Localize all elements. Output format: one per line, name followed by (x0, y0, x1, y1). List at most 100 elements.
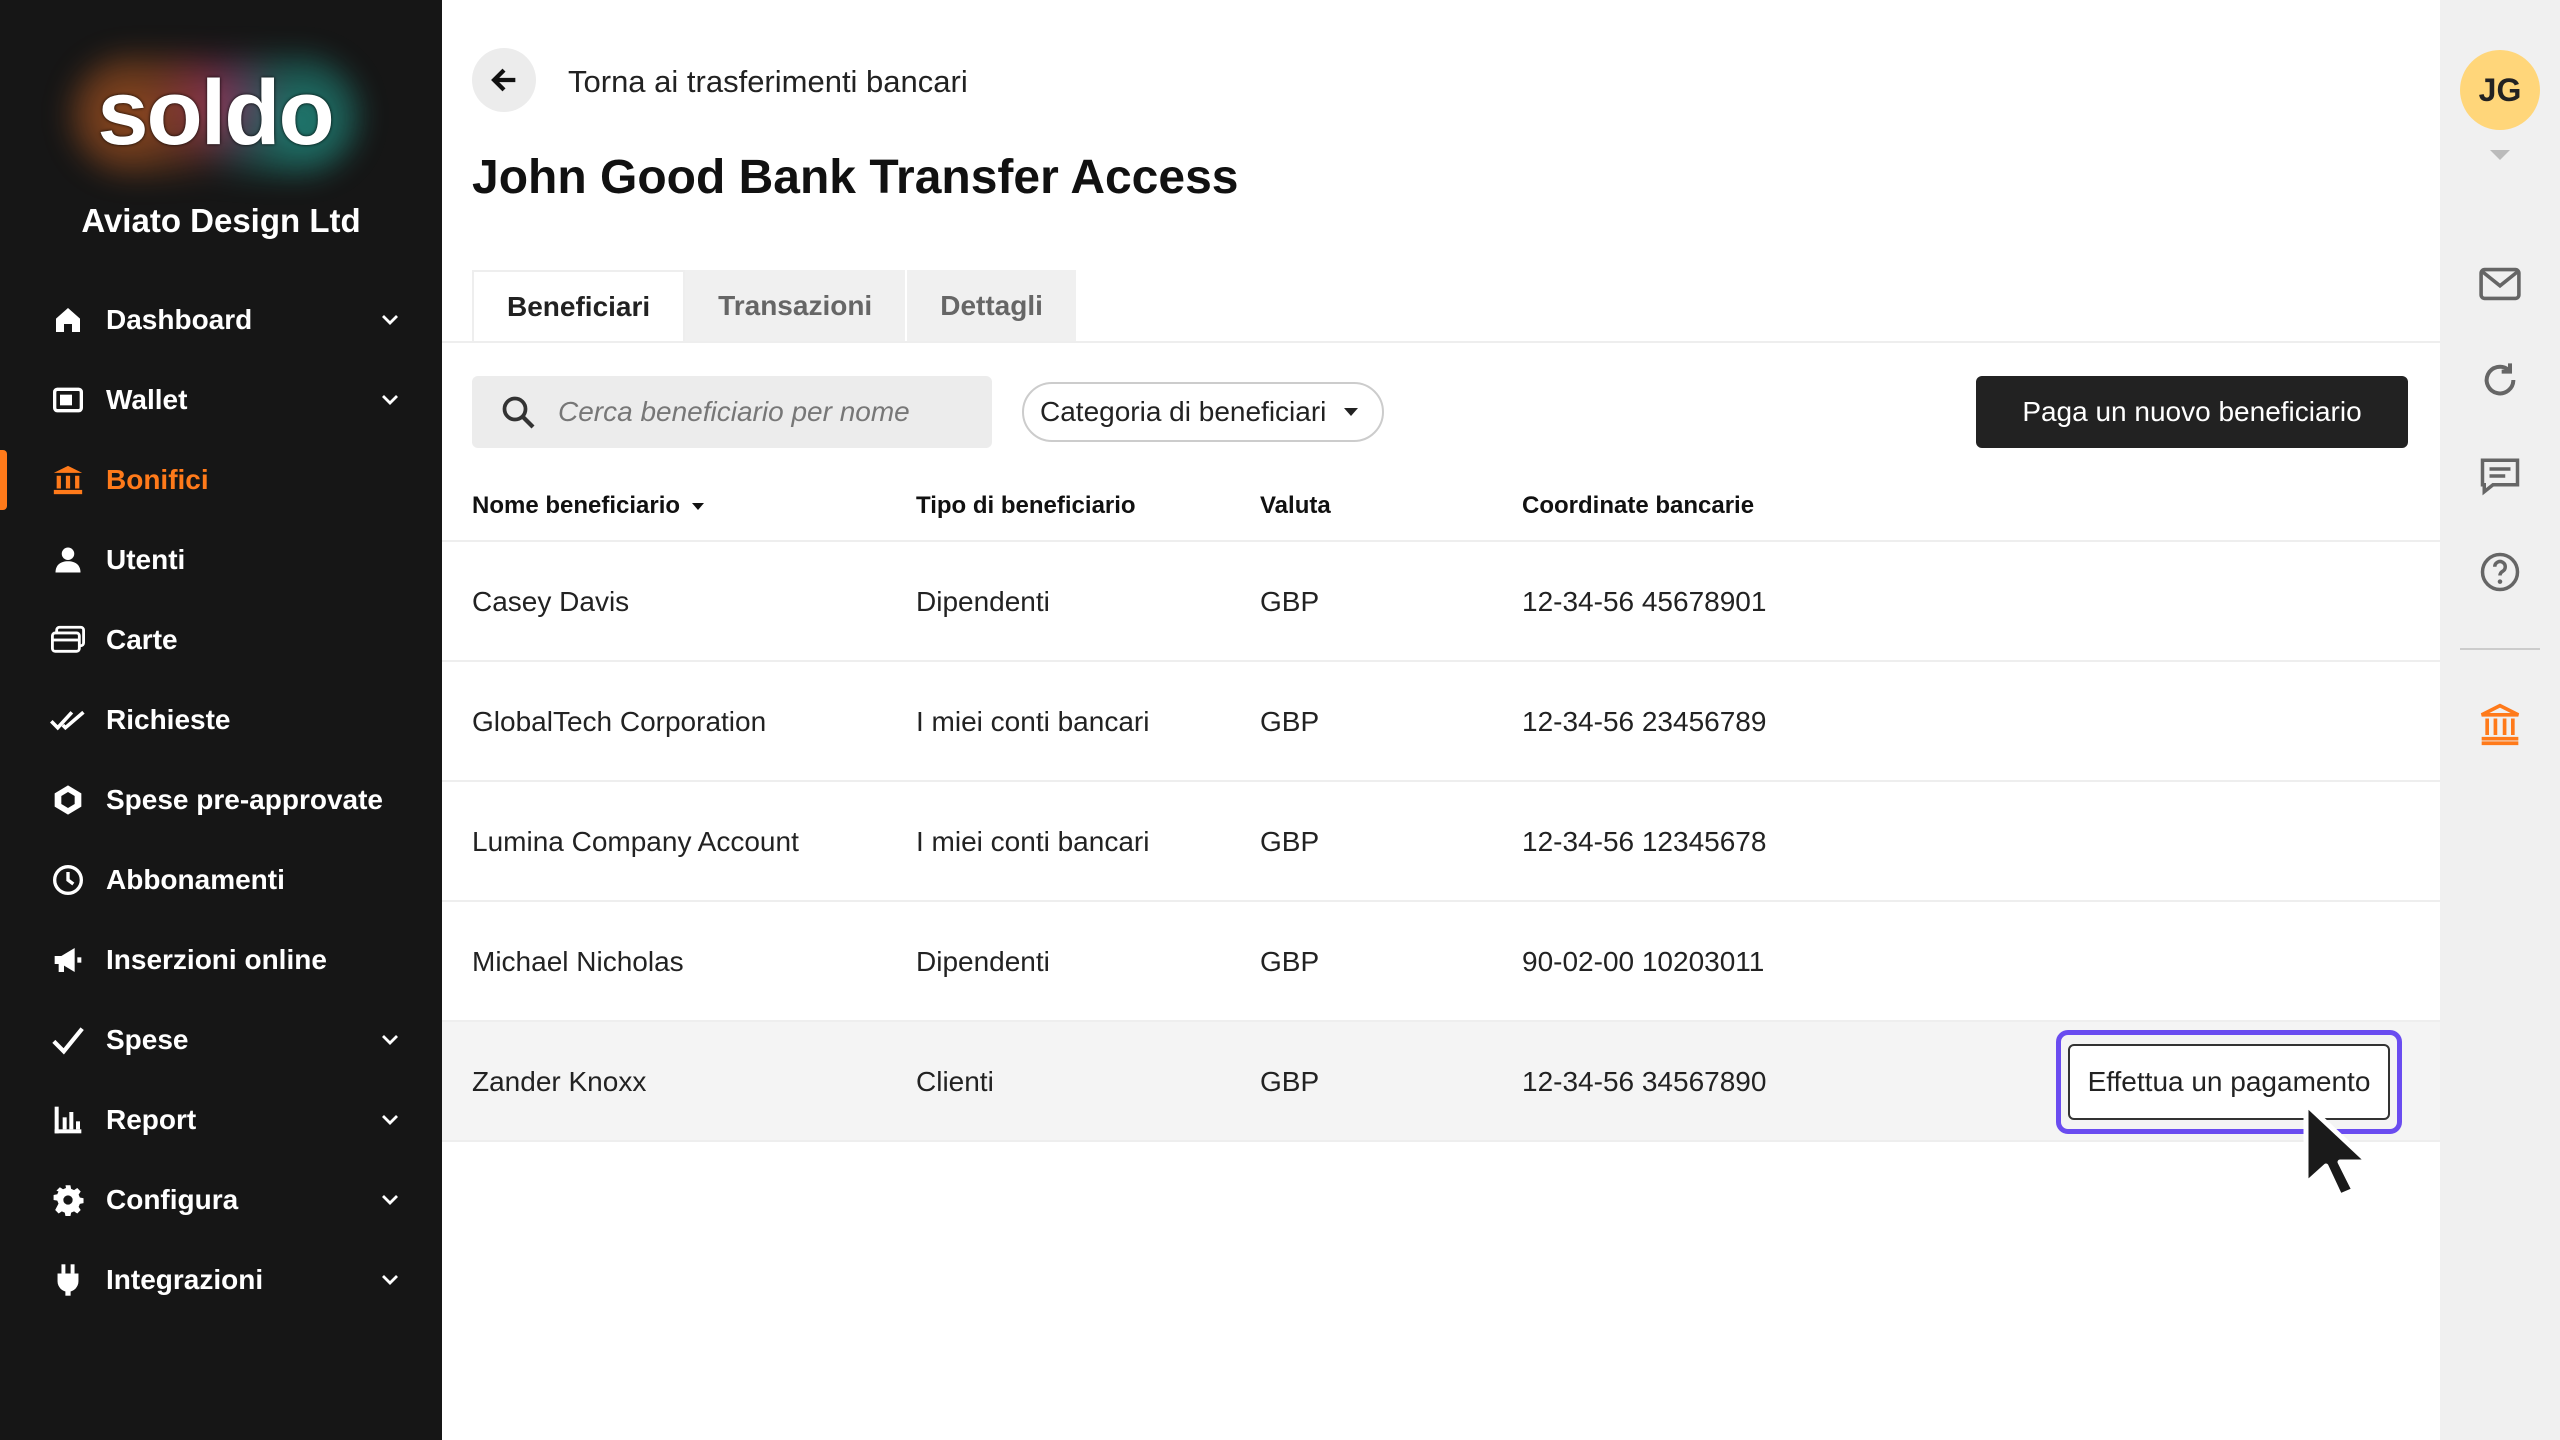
tab-transazioni[interactable]: Transazioni (685, 270, 908, 342)
column-header-type: Tipo di beneficiario (916, 492, 1136, 519)
sidebar-item-bonifici[interactable]: Bonifici (0, 440, 442, 520)
main-content: Torna ai trasferimenti bancari John Good… (442, 0, 2440, 1440)
caret-down-icon (1344, 408, 1359, 416)
search-box[interactable] (472, 376, 992, 448)
logo-text: soldo (97, 62, 334, 164)
beneficiary-type: Clienti (916, 1066, 994, 1097)
beneficiary-name: GlobalTech Corporation (472, 706, 767, 737)
beneficiary-name: Lumina Company Account (472, 826, 799, 857)
home-icon (50, 302, 86, 338)
beneficiary-type: I miei conti bancari (916, 826, 1150, 857)
chevron-down-icon[interactable] (378, 1188, 402, 1212)
sidebar-item-label: Spese (106, 1024, 189, 1055)
refresh-icon[interactable] (2476, 356, 2524, 404)
sidebar-item-label: Richieste (106, 704, 231, 735)
bank-details: 12-34-56 45678901 (1522, 586, 1767, 617)
help-icon[interactable] (2476, 548, 2524, 596)
wallet-icon (50, 382, 86, 418)
tab-beneficiari[interactable]: Beneficiari (472, 270, 686, 342)
filter-label: Categoria di beneficiari (1040, 396, 1327, 427)
sidebar-item-configura[interactable]: Configura (0, 1160, 442, 1240)
sidebar-item-dashboard[interactable]: Dashboard (0, 280, 442, 360)
sidebar-item-label: Wallet (106, 384, 188, 415)
soldo-logo[interactable]: soldo (70, 55, 360, 175)
pay-new-beneficiary-button[interactable]: Paga un nuovo beneficiario (1976, 376, 2408, 448)
beneficiary-type: I miei conti bancari (916, 706, 1150, 737)
chevron-down-icon[interactable] (378, 308, 402, 332)
check-icon (50, 1022, 86, 1058)
sidebar-item-spese-pre-approvate[interactable]: Spese pre-approvate (0, 760, 442, 840)
search-input[interactable] (558, 396, 978, 428)
sidebar-item-carte[interactable]: Carte (0, 600, 442, 680)
chevron-down-icon[interactable] (378, 1028, 402, 1052)
sidebar-item-label: Spese pre-approvate (106, 784, 383, 815)
sidebar-item-wallet[interactable]: Wallet (0, 360, 442, 440)
sidebar-item-label: Utenti (106, 544, 186, 575)
clock-icon (50, 862, 86, 898)
chevron-down-icon[interactable] (378, 388, 402, 412)
sidebar-item-report[interactable]: Report (0, 1080, 442, 1160)
currency: GBP (1260, 826, 1320, 857)
currency: GBP (1260, 1066, 1320, 1097)
tab-dettagli[interactable]: Dettagli (907, 270, 1078, 342)
beneficiary-name: Zander Knoxx (472, 1066, 647, 1097)
company-name: Aviato Design Ltd (81, 202, 361, 239)
chevron-down-icon[interactable] (378, 1108, 402, 1132)
sidebar-item-integrazioni[interactable]: Integrazioni (0, 1240, 442, 1320)
sidebar-item-spese[interactable]: Spese (0, 1000, 442, 1080)
sidebar-item-label: Report (106, 1104, 197, 1135)
currency: GBP (1260, 946, 1320, 977)
column-header-bank-details: Coordinate bancarie (1522, 492, 1755, 519)
bank-details: 12-34-56 23456789 (1522, 706, 1767, 737)
sidebar-item-label: Abbonamenti (106, 864, 285, 895)
avatar-caret-icon[interactable] (2490, 150, 2510, 160)
gear-icon (50, 1182, 86, 1218)
mail-icon[interactable] (2476, 260, 2524, 308)
hexagon-badge-icon (50, 782, 86, 818)
beneficiary-name: Casey Davis (472, 586, 630, 617)
table-row[interactable]: Casey Davis Dipendenti GBP 12-34-56 4567… (442, 542, 2440, 662)
column-header-label: Nome beneficiario (472, 492, 681, 519)
tabs-divider (442, 341, 2440, 343)
sidebar-item-abbonamenti[interactable]: Abbonamenti (0, 840, 442, 920)
table-row[interactable]: Michael Nicholas Dipendenti GBP 90-02-00… (442, 902, 2440, 1022)
double-check-icon (50, 702, 86, 738)
back-link[interactable]: Torna ai trasferimenti bancari (568, 64, 968, 100)
table-row[interactable]: GlobalTech Corporation I miei conti banc… (442, 662, 2440, 782)
sidebar-item-richieste[interactable]: Richieste (0, 680, 442, 760)
currency: GBP (1260, 586, 1320, 617)
mouse-cursor-icon (2303, 1101, 2371, 1199)
sidebar-item-label: Carte (106, 624, 178, 655)
avatar[interactable]: JG (2460, 50, 2540, 130)
bank-icon[interactable] (2476, 700, 2524, 748)
search-icon (502, 396, 535, 429)
beneficiary-category-filter[interactable]: Categoria di beneficiari (1022, 382, 1385, 442)
page-title: John Good Bank Transfer Access (472, 151, 1239, 204)
bar-chart-icon (50, 1102, 86, 1138)
sort-caret-icon (692, 502, 705, 510)
sidebar-item-inserzioni-online[interactable]: Inserzioni online (0, 920, 442, 1000)
user-icon (50, 542, 86, 578)
arrow-left-icon (491, 68, 516, 92)
table-row[interactable]: Lumina Company Account I miei conti banc… (442, 782, 2440, 902)
sidebar-nav: Dashboard Wallet Bonifici Utenti Carte R… (0, 280, 442, 1320)
sidebar-item-label: Dashboard (106, 304, 253, 335)
plug-icon (50, 1262, 86, 1298)
bank-transfer-icon (50, 462, 86, 498)
column-header-name[interactable]: Nome beneficiario (472, 492, 705, 520)
sidebar-item-utenti[interactable]: Utenti (0, 520, 442, 600)
bank-details: 90-02-00 10203011 (1522, 946, 1765, 977)
currency: GBP (1260, 706, 1320, 737)
sidebar-item-label: Inserzioni online (106, 944, 327, 975)
megaphone-icon (50, 942, 86, 978)
beneficiary-name: Michael Nicholas (472, 946, 684, 977)
chat-icon[interactable] (2476, 452, 2524, 500)
table-header: Nome beneficiario Tipo di beneficiario V… (442, 470, 2440, 542)
bank-details: 12-34-56 34567890 (1522, 1066, 1767, 1097)
beneficiary-type: Dipendenti (916, 586, 1050, 617)
back-button[interactable] (472, 48, 536, 112)
column-header-currency: Valuta (1260, 492, 1331, 519)
bank-details: 12-34-56 12345678 (1522, 826, 1767, 857)
chevron-down-icon[interactable] (378, 1268, 402, 1292)
sidebar: soldo Aviato Design Ltd Dashboard Wallet… (0, 0, 442, 1440)
